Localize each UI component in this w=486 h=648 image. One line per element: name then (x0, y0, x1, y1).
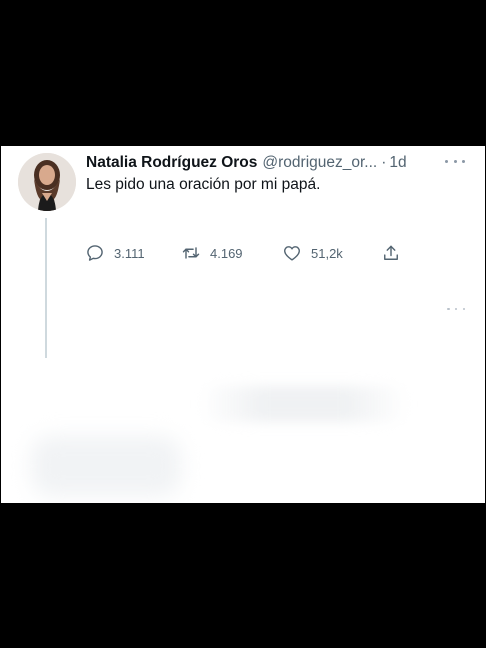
author-name[interactable]: Natalia Rodríguez Oros (86, 154, 257, 172)
avatar-photo (18, 153, 76, 211)
retweet-icon (182, 247, 200, 259)
more-dots-icon[interactable] (445, 154, 465, 168)
secondary-more-dots-icon[interactable] (447, 304, 465, 314)
like-button[interactable]: 51,2k (282, 242, 343, 264)
retweet-count: 4.169 (210, 245, 243, 261)
like-count: 51,2k (311, 245, 343, 261)
screenshot-frame: Natalia Rodríguez Oros @rodriguez_or... … (0, 0, 486, 648)
tweet-actions: 3.111 4.169 51,2k (85, 242, 415, 264)
retweet-button[interactable]: 4.169 (181, 242, 243, 264)
tweet-text: Les pido una oración por mi papá. (86, 176, 321, 193)
tweet-card[interactable]: Natalia Rodríguez Oros @rodriguez_or... … (1, 146, 485, 503)
share-icon (384, 245, 398, 260)
reply-button[interactable]: 3.111 (85, 242, 145, 264)
tweet-header: Natalia Rodríguez Oros @rodriguez_or... … (86, 151, 476, 175)
blurred-region (31, 436, 181, 496)
avatar[interactable] (18, 153, 76, 211)
header-separator: · (381, 154, 387, 171)
author-handle[interactable]: @rodriguez_or... (262, 154, 377, 172)
heart-icon (284, 246, 300, 261)
reply-icon (87, 245, 103, 261)
share-button[interactable] (381, 242, 410, 264)
reply-count: 3.111 (114, 245, 145, 261)
blurred-region (199, 386, 409, 422)
tweet-timestamp[interactable]: 1d (389, 154, 406, 172)
thread-line (45, 218, 47, 358)
